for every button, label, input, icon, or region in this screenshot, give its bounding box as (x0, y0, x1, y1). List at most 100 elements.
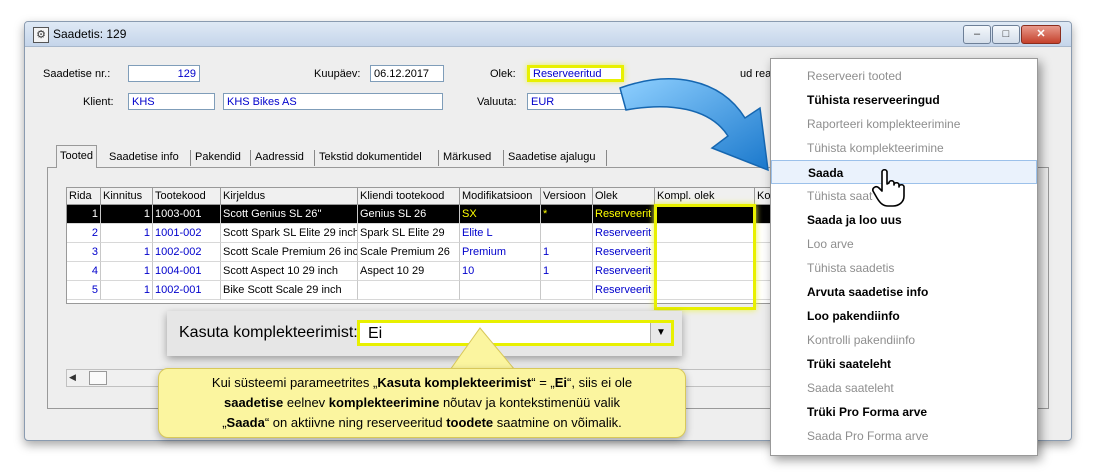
shipment-number-field[interactable]: 129 (128, 65, 200, 82)
table-cell[interactable]: 1 (541, 243, 593, 262)
table-cell[interactable]: 1 (541, 262, 593, 281)
table-cell[interactable]: Bike Scott Scale 29 inch (221, 281, 358, 300)
context-menu-item[interactable]: Trüki saateleht (771, 352, 1037, 376)
date-field[interactable]: 06.12.2017 (370, 65, 444, 82)
table-cell[interactable]: Reserveerit (593, 224, 655, 243)
context-menu-item[interactable]: Saada saateleht (771, 376, 1037, 400)
context-menu-item[interactable]: Loo arve (771, 232, 1037, 256)
table-cell[interactable]: 10 (460, 262, 541, 281)
column-header[interactable]: Kliendi tootekood (358, 188, 460, 205)
note-text: Saada (226, 415, 265, 430)
table-cell[interactable]: Scale Premium 26 (358, 243, 460, 262)
table-cell[interactable]: SX (460, 205, 541, 224)
column-header[interactable]: Versioon (541, 188, 593, 205)
table-cell[interactable]: Reserveerit (593, 281, 655, 300)
table-cell[interactable]: 1 (101, 281, 153, 300)
date-label: Kuupäev: (314, 68, 361, 80)
note-text: eelnev (283, 395, 329, 410)
table-cell[interactable]: Reserveerit (593, 243, 655, 262)
dropdown-arrow-icon[interactable]: ▼ (650, 323, 671, 343)
context-menu-item[interactable]: Tühista saadetis (771, 256, 1037, 280)
table-cell[interactable] (541, 281, 593, 300)
tab-saadetise-info[interactable]: Saadetise info (109, 147, 179, 167)
scroll-thumb[interactable] (89, 371, 107, 385)
column-header[interactable]: Kirjeldus (221, 188, 358, 205)
table-cell[interactable]: 1 (101, 243, 153, 262)
context-menu-item[interactable]: Kontrolli pakendiinfo (771, 328, 1037, 352)
table-cell[interactable]: 1 (101, 224, 153, 243)
table-cell[interactable]: 1002-002 (153, 243, 221, 262)
table-cell[interactable]: 1001-002 (153, 224, 221, 243)
arrow-icon (619, 78, 769, 172)
tab-saadetise-ajalugu[interactable]: Saadetise ajalugu (508, 147, 595, 167)
note-text: “ = „ (531, 375, 555, 390)
table-cell[interactable]: * (541, 205, 593, 224)
tab-separator (250, 150, 251, 166)
table-cell[interactable]: Scott Scale Premium 26 inch (221, 243, 358, 262)
table-cell[interactable] (358, 281, 460, 300)
tab-tooted[interactable]: Tooted (56, 145, 98, 168)
tab-tekstid-dokumentidel[interactable]: Tekstid dokumentidel (319, 147, 422, 167)
table-cell[interactable]: Scott Spark SL Elite 29 inch (221, 224, 358, 243)
table-cell[interactable]: 3 (67, 243, 101, 262)
column-header[interactable]: Kinnitus (101, 188, 153, 205)
table-cell[interactable]: Scott Aspect 10 29 inch (221, 262, 358, 281)
table-cell[interactable]: Aspect 10 29 (358, 262, 460, 281)
close-button[interactable]: ✕ (1021, 25, 1061, 44)
table-cell[interactable]: 5 (67, 281, 101, 300)
client-name-field[interactable]: KHS Bikes AS (223, 93, 443, 110)
note-text: saadetise (223, 395, 284, 410)
context-menu-item[interactable]: Trüki Pro Forma arve (771, 400, 1037, 424)
context-menu-item[interactable]: Arvuta saadetise info (771, 280, 1037, 304)
note-text: saatmine on võimalik. (493, 415, 622, 430)
context-menu-item[interactable]: Raporteeri komplekteerimine (771, 112, 1037, 136)
tab-separator (438, 150, 439, 166)
context-menu-item[interactable]: Tühista komplekteerimine (771, 136, 1037, 160)
shipment-number-label: Saadetise nr.: (43, 68, 111, 80)
note-text: “ on aktiivne ning reserveeritud (264, 415, 447, 430)
client-label: Klient: (83, 96, 114, 108)
table-cell[interactable]: 1003-001 (153, 205, 221, 224)
context-menu-item[interactable]: Saada ja loo uus (771, 208, 1037, 232)
tab-aadressid[interactable]: Aadressid (255, 147, 304, 167)
table-cell[interactable] (460, 281, 541, 300)
table-cell[interactable]: Elite L (460, 224, 541, 243)
scroll-left-icon[interactable]: ◀ (69, 372, 76, 383)
table-cell[interactable]: 1 (101, 205, 153, 224)
context-menu-item[interactable]: Reserveeri tooted (771, 64, 1037, 88)
note-text: nõutav ja kontekstimenüü valik (439, 395, 620, 410)
table-cell[interactable]: Spark SL Elite 29 (358, 224, 460, 243)
column-header[interactable]: Kompl. olek (655, 188, 755, 205)
table-cell[interactable]: Scott Genius SL 26'' (221, 205, 358, 224)
tab-separator (314, 150, 315, 166)
client-code-field[interactable]: KHS (128, 93, 215, 110)
table-cell[interactable]: 1002-001 (153, 281, 221, 300)
use-picking-panel: Kasuta komplekteerimist: Ei ▼ (167, 311, 682, 356)
table-cell[interactable]: 4 (67, 262, 101, 281)
context-menu-item[interactable]: Loo pakendiinfo (771, 304, 1037, 328)
tab-separator (503, 150, 504, 166)
note-text: Kasuta komplekteerimist (377, 375, 532, 390)
minimize-button[interactable]: – (963, 25, 991, 44)
note-text: Kui süsteemi parameetrites „ (211, 375, 378, 390)
tab-separator (190, 150, 191, 166)
table-cell[interactable]: Premium (460, 243, 541, 262)
table-cell[interactable]: 1 (101, 262, 153, 281)
tab-pakendid[interactable]: Pakendid (195, 147, 241, 167)
context-menu-item[interactable]: Tühista reserveeringud (771, 88, 1037, 112)
table-cell[interactable]: Reserveerit (593, 205, 655, 224)
table-cell[interactable]: 1004-001 (153, 262, 221, 281)
column-header[interactable]: Modifikatsioon (460, 188, 541, 205)
table-cell[interactable] (541, 224, 593, 243)
table-cell[interactable]: 1 (67, 205, 101, 224)
table-cell[interactable]: Reserveerit (593, 262, 655, 281)
table-cell[interactable]: Genius SL 26 (358, 205, 460, 224)
table-cell[interactable]: 2 (67, 224, 101, 243)
context-menu: Reserveeri tooted Tühista reserveeringud R… (770, 58, 1038, 456)
column-header[interactable]: Tootekood (153, 188, 221, 205)
column-header[interactable]: Rida (67, 188, 101, 205)
context-menu-item[interactable]: Saada Pro Forma arve (771, 424, 1037, 448)
column-header[interactable]: Olek (593, 188, 655, 205)
tab-markused[interactable]: Märkused (443, 147, 491, 167)
maximize-button[interactable]: □ (992, 25, 1020, 44)
